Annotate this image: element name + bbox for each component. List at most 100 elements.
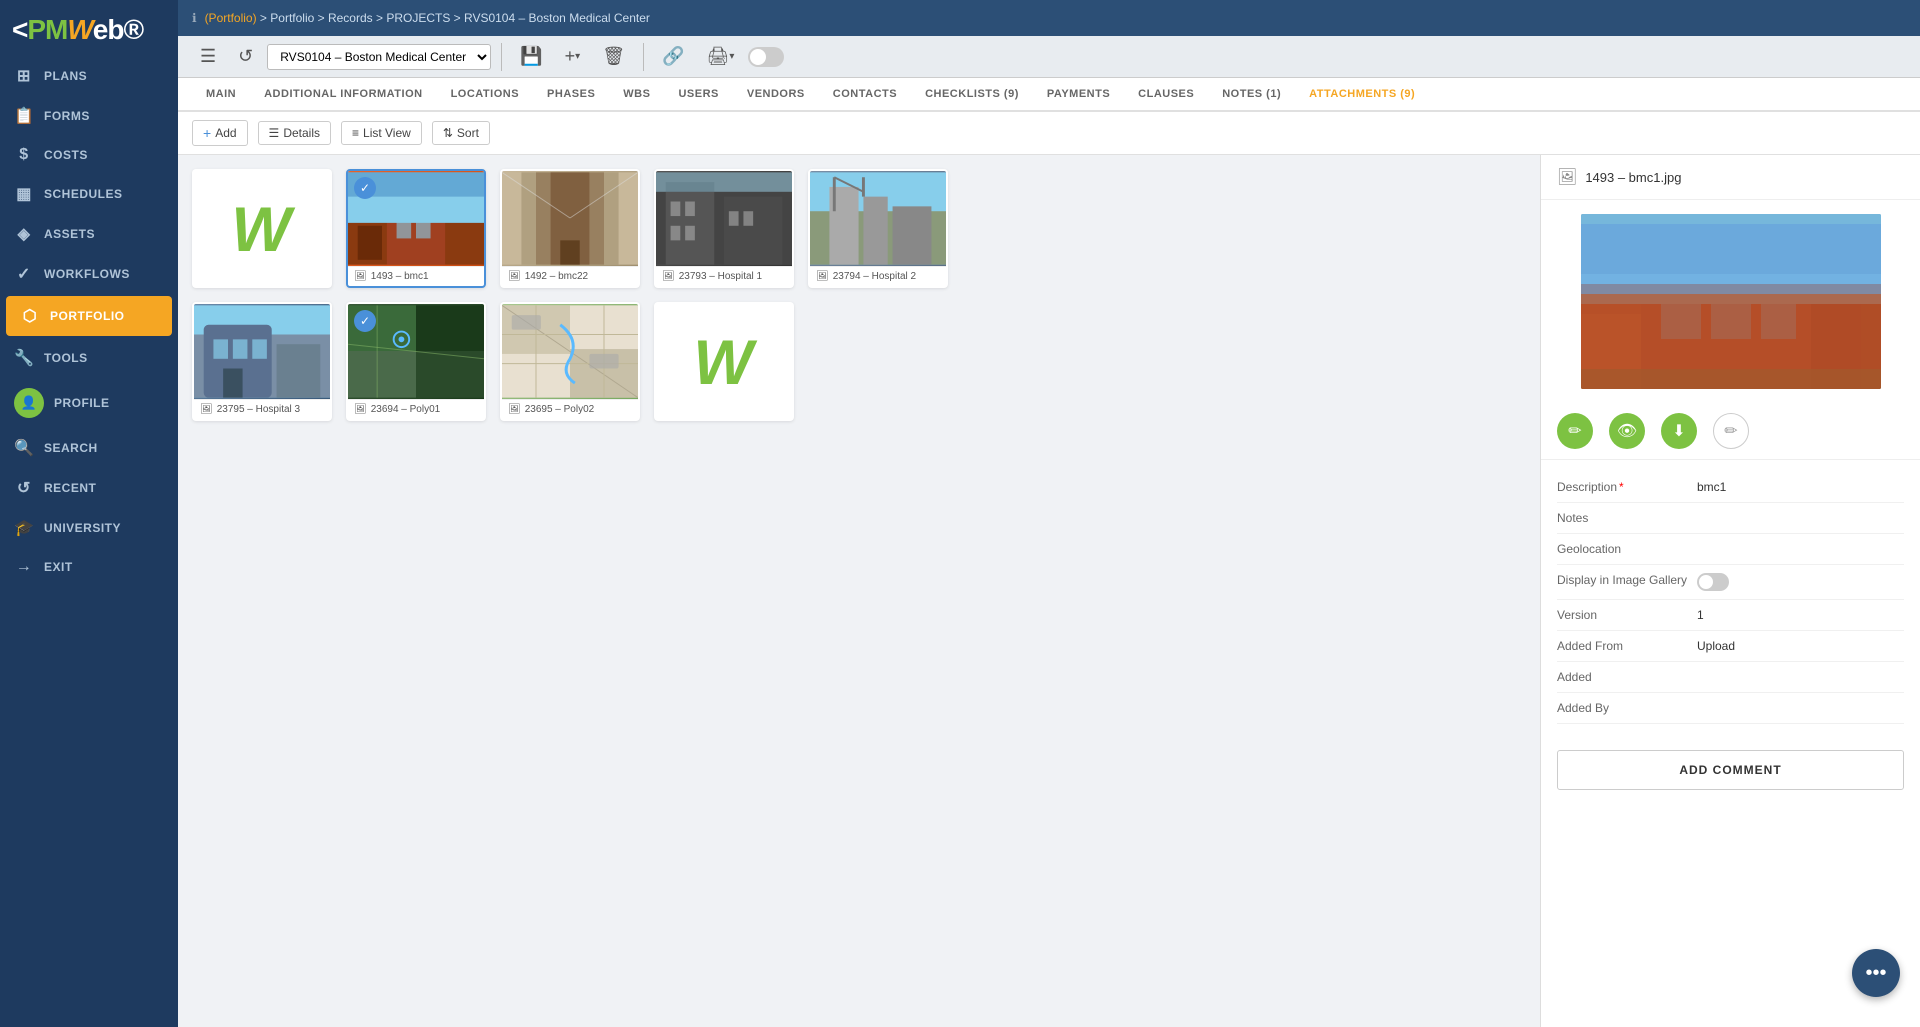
plans-icon: ⊞ [14, 66, 34, 86]
fab-button[interactable]: ••• [1852, 949, 1900, 997]
delete-button[interactable]: 🗑 [594, 42, 633, 71]
gallery-item-1492[interactable]: 🖼 1492 – bmc22 [500, 169, 640, 288]
gallery-label-1492: 🖼 1492 – bmc22 [502, 266, 638, 286]
detail-actions: ✏ 👁 ⬇ ✏ [1541, 403, 1920, 460]
add-attachment-button[interactable]: + Add [192, 120, 248, 146]
field-display-gallery-label: Display in Image Gallery [1557, 573, 1697, 587]
gallery-item-1800[interactable]: W 🔗 1800 – Project Development... [654, 302, 794, 421]
tab-additional-information[interactable]: ADDITIONAL INFORMATION [250, 78, 436, 112]
gallery-item-23795[interactable]: 🖼 23795 – Hospital 3 [192, 302, 332, 421]
gallery-item-23793[interactable]: 🖼 23793 – Hospital 1 [654, 169, 794, 288]
action-bar: + Add ☰ Details ≡ List View ⇅ Sort [178, 112, 1920, 155]
gallery-label-23694: 🖼 23694 – Poly01 [348, 399, 484, 419]
list-view-button[interactable]: ≡ List View [341, 121, 422, 145]
tools-icon: 🔧 [14, 348, 34, 368]
sidebar: <PMWeb® ⊞ PLANS 📋 FORMS $ COSTS ▦ SCHEDU… [0, 0, 178, 1027]
display-gallery-toggle[interactable] [1697, 573, 1729, 591]
undo-button[interactable]: ↺ [230, 42, 261, 71]
details-button[interactable]: ☰ Details [258, 121, 331, 145]
tabs-bar: MAIN ADDITIONAL INFORMATION LOCATIONS PH… [178, 78, 1920, 112]
print-button[interactable]: 🖨▾ [698, 42, 742, 71]
field-version-label: Version [1557, 608, 1697, 622]
sidebar-item-forms[interactable]: 📋 FORMS [0, 96, 178, 136]
add-comment-button[interactable]: ADD COMMENT [1557, 750, 1904, 790]
add-button[interactable]: +▾ [557, 42, 589, 71]
workflows-icon: ✓ [14, 264, 34, 284]
image-icon-23694: 🖼 [354, 404, 367, 415]
tab-users[interactable]: USERS [664, 78, 732, 112]
record-selector[interactable]: RVS0104 – Boston Medical Center [267, 44, 491, 70]
tab-contacts[interactable]: CONTACTS [819, 78, 911, 112]
toggle-switch[interactable] [748, 47, 784, 67]
download-button[interactable]: ⬇ [1661, 413, 1697, 449]
breadcrumb-portfolio-link[interactable]: (Portfolio) [205, 11, 257, 25]
image-icon-23795: 🖼 [200, 404, 213, 415]
content-area: W 🔗 1270 – 1_Boston_Harbor_Wa... ✓ [178, 155, 1920, 1027]
exit-icon: → [14, 558, 34, 576]
gallery-image-1270: W [194, 171, 330, 286]
sidebar-item-university[interactable]: 🎓 UNIVERSITY [0, 508, 178, 548]
assets-icon: ◈ [14, 224, 34, 244]
search-icon: 🔍 [14, 438, 34, 458]
field-added-from-value: Upload [1697, 639, 1735, 653]
field-added-from: Added From Upload [1557, 631, 1904, 662]
tab-phases[interactable]: PHASES [533, 78, 609, 112]
field-description-label: Description [1557, 480, 1697, 494]
gallery-item-1270[interactable]: W 🔗 1270 – 1_Boston_Harbor_Wa... [192, 169, 332, 288]
gallery-label-1800: 🔗 1800 – Project Development... [656, 419, 792, 421]
sidebar-item-plans[interactable]: ⊞ PLANS [0, 56, 178, 96]
toolbar: ☰ ↺ RVS0104 – Boston Medical Center 💾 +▾… [178, 36, 1920, 78]
gallery-item-23694[interactable]: ✓ [346, 302, 486, 421]
field-notes-label: Notes [1557, 511, 1697, 525]
field-version: Version 1 [1557, 600, 1904, 631]
sidebar-item-tools[interactable]: 🔧 TOOLS [0, 338, 178, 378]
plus-icon: + [203, 125, 211, 141]
tab-main[interactable]: MAIN [192, 78, 250, 112]
breadcrumb: (Portfolio) > Portfolio > Records > PROJ… [205, 11, 650, 25]
divider-2 [643, 43, 644, 71]
sidebar-item-exit[interactable]: → EXIT [0, 548, 178, 586]
sort-icon: ⇅ [443, 126, 453, 140]
sidebar-item-search[interactable]: 🔍 SEARCH [0, 428, 178, 468]
pencil-alt-button[interactable]: ✏ [1713, 413, 1749, 449]
sidebar-item-profile[interactable]: 👤 PROFILE [0, 378, 178, 428]
field-geolocation: Geolocation [1557, 534, 1904, 565]
tab-attachments[interactable]: ATTACHMENTS (9) [1295, 78, 1429, 112]
sidebar-item-portfolio[interactable]: ⬡ PORTFOLIO [6, 296, 172, 336]
gallery-image-1492 [502, 171, 638, 266]
sidebar-item-schedules[interactable]: ▦ SCHEDULES [0, 174, 178, 214]
sort-button[interactable]: ⇅ Sort [432, 121, 490, 145]
tab-clauses[interactable]: CLAUSES [1124, 78, 1208, 112]
view-button[interactable]: 👁 [1609, 413, 1645, 449]
field-added-by-label: Added By [1557, 701, 1697, 715]
gallery-image-23695 [502, 304, 638, 399]
tab-vendors[interactable]: VENDORS [733, 78, 819, 112]
gallery-item-1493[interactable]: ✓ 🖼 [346, 169, 486, 288]
gallery-item-23794[interactable]: 🖼 23794 – Hospital 2 [808, 169, 948, 288]
field-description-value: bmc1 [1697, 480, 1726, 494]
tab-locations[interactable]: LOCATIONS [437, 78, 533, 112]
gallery-label-23795: 🖼 23795 – Hospital 3 [194, 399, 330, 419]
field-added-label: Added [1557, 670, 1697, 684]
sidebar-item-assets[interactable]: ◈ ASSETS [0, 214, 178, 254]
costs-icon: $ [14, 146, 34, 164]
field-version-value: 1 [1697, 608, 1704, 622]
edit-button[interactable]: ✏ [1557, 413, 1593, 449]
field-added-from-label: Added From [1557, 639, 1697, 653]
gallery-image-23795 [194, 304, 330, 399]
menu-button[interactable]: ☰ [192, 42, 224, 71]
link-button[interactable]: 🔗 [654, 42, 692, 71]
tab-wbs[interactable]: WBS [609, 78, 664, 112]
topbar: ℹ (Portfolio) > Portfolio > Records > PR… [178, 0, 1920, 36]
tab-notes[interactable]: NOTES (1) [1208, 78, 1295, 112]
tab-checklists[interactable]: CHECKLISTS (9) [911, 78, 1033, 112]
svg-text:W: W [693, 327, 757, 396]
gallery-row-1: W 🔗 1270 – 1_Boston_Harbor_Wa... ✓ [192, 169, 1526, 288]
sidebar-item-costs[interactable]: $ COSTS [0, 136, 178, 174]
sidebar-item-recent[interactable]: ↺ RECENT [0, 468, 178, 508]
info-icon[interactable]: ℹ [192, 11, 197, 25]
sidebar-item-workflows[interactable]: ✓ WORKFLOWS [0, 254, 178, 294]
save-button[interactable]: 💾 [512, 42, 550, 71]
gallery-item-23695[interactable]: 🖼 23695 – Poly02 [500, 302, 640, 421]
tab-payments[interactable]: PAYMENTS [1033, 78, 1124, 112]
